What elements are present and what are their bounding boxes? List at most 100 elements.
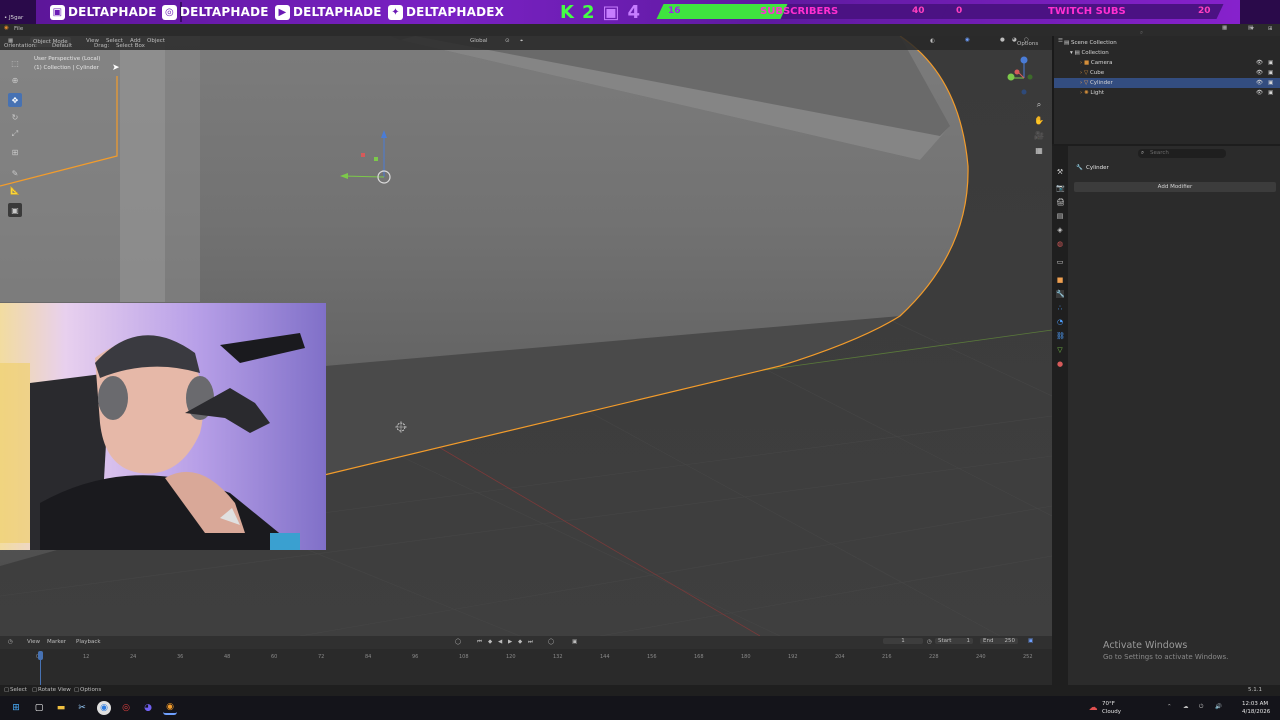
obs-icon[interactable]: ◎: [119, 701, 133, 715]
visibility-icon[interactable]: ◐: [930, 38, 935, 44]
options-dropdown[interactable]: Options: [1017, 41, 1038, 47]
timeline-tick-label: 96: [412, 654, 419, 660]
transform-tool-icon[interactable]: ⊞: [8, 145, 22, 159]
timeline-tick-label: 108: [459, 654, 469, 660]
overlays-icon[interactable]: ◉: [965, 37, 970, 43]
add-modifier-button[interactable]: Add Modifier: [1074, 182, 1276, 192]
render-camera-icon[interactable]: ▣: [1268, 58, 1273, 68]
snipping-icon[interactable]: ✂: [75, 701, 89, 715]
pivot-icon[interactable]: ⊙: [505, 38, 510, 44]
properties-panel: ⌕ Search 🔧 Cylinder Add Modifier: [1052, 146, 1280, 685]
add-cube-tool-icon[interactable]: ▣: [8, 203, 22, 217]
measure-tool-icon[interactable]: 📐: [8, 183, 22, 197]
onedrive-icon[interactable]: ☁: [1183, 704, 1189, 710]
camera-view-icon[interactable]: 🎥: [1033, 129, 1045, 141]
status-hint-options: Options: [80, 687, 102, 693]
outliner-editor-icon[interactable]: ☰: [1058, 38, 1063, 44]
object-tab-icon[interactable]: ■: [1056, 276, 1064, 284]
search-icon: ⌕: [1141, 150, 1145, 156]
clock-date[interactable]: 4/18/2026: [1242, 709, 1270, 715]
blender-taskbar-icon[interactable]: ◉: [163, 701, 177, 715]
world-tab-icon[interactable]: ◍: [1056, 240, 1064, 248]
timeline-ruler[interactable]: 0122436486072849610812013214415616818019…: [0, 636, 1052, 685]
outliner-collection[interactable]: ▾ ▤ Collection: [1070, 48, 1280, 58]
scene-collection-icon: ▤: [1064, 40, 1071, 46]
power-icon[interactable]: ⏻: [1199, 704, 1203, 711]
render-camera-icon[interactable]: ▣: [1268, 88, 1273, 98]
outliner-search-icon[interactable]: ⌕: [1140, 30, 1143, 37]
tray-chevron-icon[interactable]: ⌃: [1167, 704, 1172, 710]
render-tab-icon[interactable]: 📷: [1056, 184, 1065, 192]
instagram-icon: ◎: [162, 4, 177, 20]
tool-tab-icon[interactable]: ⚒: [1056, 168, 1064, 176]
tool-settings: Orientation: Default Drag: Select Box: [0, 39, 200, 51]
outliner-item-cylinder[interactable]: › ▽ Cylinder 👁 ▣: [1054, 78, 1280, 88]
timeline-tick-label: 60: [271, 654, 278, 660]
visibility-eye-icon[interactable]: 👁: [1256, 88, 1263, 98]
cursor-tool-icon[interactable]: ⊕: [8, 73, 22, 87]
properties-search[interactable]: ⌕ Search: [1138, 149, 1226, 158]
filter-icon[interactable]: ⏷: [1250, 26, 1254, 33]
visibility-eye-icon[interactable]: 👁: [1256, 68, 1263, 78]
scale-tool-icon[interactable]: ⤢: [8, 127, 22, 141]
outliner-item-camera[interactable]: › ■ Camera 👁 ▣: [1054, 58, 1280, 68]
snap-icon[interactable]: ⌖: [520, 38, 523, 45]
mouse-left-icon: ▢: [4, 687, 10, 693]
zoom-icon[interactable]: ⌕: [1033, 99, 1045, 111]
timeline-tick-label: 252: [1023, 654, 1033, 660]
blender-logo-icon: ◉: [4, 25, 9, 31]
stream-overlay-bar: ▣ DELTAPHADE ◎ DELTAPHADE ▶ DELTAPHADE ✦…: [0, 0, 1280, 24]
pan-hand-icon[interactable]: ✋: [1033, 114, 1045, 126]
timeline-tick-label: 216: [882, 654, 892, 660]
outliner-item-cube[interactable]: › ▽ Cube 👁 ▣: [1054, 68, 1280, 78]
data-tab-icon[interactable]: ▽: [1056, 346, 1064, 354]
chrome-icon[interactable]: ◉: [97, 701, 111, 715]
visibility-eye-icon[interactable]: 👁: [1256, 78, 1263, 88]
file-explorer-icon[interactable]: ▬: [54, 701, 68, 715]
webcam-image: [0, 303, 326, 550]
drag-dropdown[interactable]: Select Box: [116, 43, 145, 49]
modifier-tab-icon[interactable]: 🔧: [1056, 290, 1065, 298]
outliner-item-light[interactable]: › ✺ Light 👁 ▣: [1054, 88, 1280, 98]
material-tab-icon[interactable]: ●: [1056, 360, 1064, 368]
move-tool-icon[interactable]: ✥: [8, 93, 22, 107]
mouse-cursor-icon: ➤: [112, 63, 120, 73]
scene-icon[interactable]: ▦: [1222, 25, 1227, 31]
timeline-tick-label: 240: [976, 654, 986, 660]
outliner-scene-collection[interactable]: ▤ Scene Collection: [1064, 38, 1280, 48]
twitter-icon: ✦: [388, 4, 403, 20]
physics-tab-icon[interactable]: ◔: [1056, 318, 1064, 326]
timeline-tick-label: 84: [365, 654, 372, 660]
ortho-grid-icon[interactable]: ▦: [1033, 144, 1045, 156]
render-camera-icon[interactable]: ▣: [1268, 78, 1273, 88]
shading-solid-icon[interactable]: ●: [1000, 37, 1005, 43]
overlay-right-cap: [1240, 0, 1280, 24]
clock-time[interactable]: 12:03 AM: [1242, 701, 1268, 707]
menu-file[interactable]: File: [14, 26, 23, 32]
activate-title: Activate Windows: [1103, 640, 1188, 651]
select-box-tool-icon[interactable]: ⬚: [8, 56, 22, 70]
visibility-eye-icon[interactable]: 👁: [1256, 58, 1263, 68]
windows-start-icon[interactable]: ⊞: [9, 701, 23, 715]
discord-icon[interactable]: ◕: [141, 701, 155, 715]
view-layer-tab-icon[interactable]: ▤: [1056, 212, 1064, 220]
orientation-dropdown[interactable]: Default: [52, 43, 72, 49]
collection-tab-icon[interactable]: ▭: [1056, 258, 1064, 266]
rotate-tool-icon[interactable]: ↻: [8, 110, 22, 124]
volume-icon[interactable]: 🔊: [1215, 704, 1222, 710]
social-handle: DELTAPHADE: [293, 5, 382, 19]
scene-tab-icon[interactable]: ◈: [1056, 226, 1064, 234]
weather-desc: Cloudy: [1102, 709, 1121, 715]
task-view-icon[interactable]: ▢: [32, 701, 46, 715]
new-collection-icon[interactable]: ⊞: [1268, 26, 1273, 32]
social-handle: DELTAPHADE: [68, 5, 157, 19]
status-hint-select: Select: [10, 687, 27, 693]
transform-orientation-dropdown[interactable]: Global: [470, 38, 488, 44]
render-camera-icon[interactable]: ▣: [1268, 68, 1273, 78]
output-tab-icon[interactable]: 🖨: [1056, 198, 1065, 206]
blender-topbar: ◉ File • J5gar ▦ ▤: [0, 15, 1280, 36]
social-twitch: ▣ DELTAPHADE: [50, 3, 157, 21]
particles-tab-icon[interactable]: ∴: [1056, 304, 1064, 312]
constraints-tab-icon[interactable]: ⛓: [1056, 332, 1065, 340]
annotate-tool-icon[interactable]: ✎: [8, 166, 22, 180]
